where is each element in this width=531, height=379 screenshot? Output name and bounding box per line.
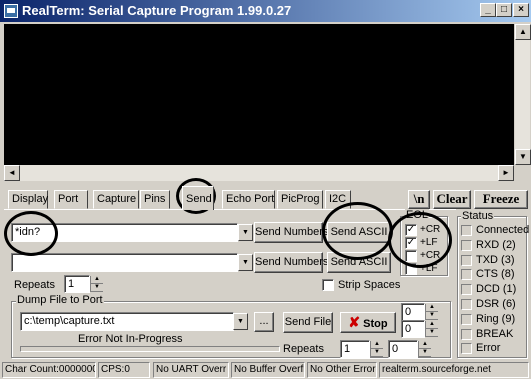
status-indicator-6 — [461, 313, 472, 325]
status-item-label-1: RXD (2) — [476, 238, 516, 251]
stop-x-icon: ✘ — [348, 314, 361, 330]
minimize-button[interactable]: _ — [480, 3, 496, 17]
buffer-status: No Buffer Overfl — [231, 362, 305, 378]
char-count: Char Count:0000000 — [2, 362, 96, 378]
horizontal-scrollbar[interactable]: ◄ ► — [4, 165, 514, 181]
delay-spinner-1-icon[interactable]: ▲ ▼ — [425, 304, 438, 320]
eol-checkbox-3[interactable] — [405, 263, 417, 275]
eol-label-0: +CR — [420, 224, 441, 235]
delay-spinner-2-icon[interactable]: ▲ ▼ — [425, 321, 438, 337]
tab-send[interactable]: Send — [182, 186, 214, 210]
scroll-left-icon[interactable]: ◄ — [4, 165, 20, 181]
status-indicator-4 — [461, 284, 472, 296]
terminal-display[interactable] — [4, 24, 514, 165]
other-errors: No Other Errors — [307, 362, 377, 378]
close-button[interactable]: × — [513, 3, 529, 17]
website-link[interactable]: realterm.sourceforge.net — [379, 362, 529, 378]
status-item-label-3: CTS (8) — [476, 268, 515, 281]
delay-input-2[interactable]: 0 — [401, 320, 425, 338]
window-title: RealTerm: Serial Capture Program 1.99.0.… — [22, 3, 292, 18]
stop-label: Stop — [363, 318, 388, 330]
send-ascii-label-1: Send ASCII — [330, 226, 388, 238]
repeats-input[interactable]: 1 — [64, 275, 90, 293]
tab-capture[interactable]: Capture — [93, 190, 139, 209]
eol-label-1: +LF — [420, 237, 438, 248]
tab-port[interactable]: Port — [54, 190, 88, 209]
scroll-down-icon[interactable]: ▼ — [515, 149, 531, 165]
send-ascii-label-2: Send ASCII — [330, 256, 388, 268]
status-indicator-1 — [461, 239, 472, 251]
status-indicator-0 — [461, 225, 472, 236]
eol-checkbox-0[interactable]: ✓ — [405, 224, 417, 236]
eol-label-2: +CR — [420, 250, 441, 261]
strip-spaces-checkbox[interactable] — [322, 279, 334, 291]
strip-spaces-label: Strip Spaces — [338, 279, 401, 291]
status-indicator-3 — [461, 269, 472, 281]
send-input-2[interactable] — [11, 253, 238, 272]
uart-status: No UART Overr — [153, 362, 229, 378]
browse-button[interactable]: ... — [254, 312, 274, 332]
send-dropdown-1-icon[interactable]: ▼ — [238, 224, 253, 241]
scroll-up-icon[interactable]: ▲ — [515, 24, 531, 40]
send-ascii-button-1[interactable]: Send ASCII — [327, 222, 391, 243]
repeats-label: Repeats — [14, 279, 55, 291]
tab-divider — [4, 209, 456, 210]
cps: CPS:0 — [98, 362, 150, 378]
status-label: Status — [461, 210, 495, 222]
clear-button[interactable]: Clear — [433, 190, 471, 209]
eol-checkbox-2[interactable] — [405, 250, 417, 262]
status-item-label-5: DSR (6) — [476, 298, 516, 310]
title-bar[interactable]: RealTerm: Serial Capture Program 1.99.0.… — [0, 0, 531, 22]
dump-repeats-label: Repeats — [283, 343, 324, 355]
tab-pins[interactable]: Pins — [140, 190, 170, 209]
eol-label-3: +LF — [420, 263, 438, 274]
send-numbers-label-2: Send Numbers — [255, 256, 329, 268]
dump-progress-bar — [20, 346, 280, 352]
send-numbers-button-2[interactable]: Send Numbers — [254, 252, 328, 273]
dump-repeats-spinner-icon[interactable]: ▲ ▼ — [370, 341, 383, 357]
send-ascii-button-2[interactable]: Send ASCII — [327, 252, 391, 273]
status-indicator-2 — [461, 254, 472, 266]
eol-checkbox-1[interactable]: ✓ — [405, 237, 417, 249]
dump-repeats-input[interactable]: 1 — [340, 340, 370, 358]
delay-input-1[interactable]: 0 — [401, 303, 425, 321]
newline-button[interactable]: \n — [408, 190, 430, 209]
status-item-label-6: Ring (9) — [476, 312, 516, 325]
tab-display[interactable]: Display — [8, 190, 48, 209]
status-indicator-5 — [461, 299, 472, 310]
freeze-button[interactable]: Freeze — [474, 190, 528, 209]
send-numbers-button-1[interactable]: Send Numbers — [254, 222, 328, 243]
dump-file-dropdown-icon[interactable]: ▼ — [233, 313, 248, 330]
status-item-label-0: Connected — [476, 224, 530, 236]
dump-file-path[interactable]: c:\temp\capture.txt — [20, 312, 234, 331]
stop-button[interactable]: ✘ Stop — [340, 312, 396, 333]
status-indicator-8 — [461, 343, 472, 355]
status-item-label-2: TXD (3) — [476, 253, 515, 266]
vertical-scrollbar[interactable]: ▲ ▼ — [514, 24, 531, 165]
app-icon — [4, 4, 18, 18]
status-item-label-8: Error — [476, 342, 501, 355]
dump-repeats-spinner-2-icon[interactable]: ▲ ▼ — [418, 341, 431, 357]
dump-status-text: Error Not In-Progress — [78, 333, 183, 345]
send-file-button[interactable]: Send File — [283, 312, 333, 333]
scroll-right-icon[interactable]: ► — [498, 165, 514, 181]
dump-file-label: Dump File to Port — [16, 294, 104, 306]
status-indicator-7 — [461, 328, 472, 340]
tab-picprog[interactable]: PicProg — [277, 190, 323, 209]
send-file-label: Send File — [284, 316, 332, 328]
repeats-spinner-icon[interactable]: ▲ ▼ — [90, 276, 103, 292]
maximize-button[interactable]: □ — [496, 3, 512, 17]
send-numbers-label-1: Send Numbers — [255, 226, 329, 238]
status-item-label-4: DCD (1) — [476, 283, 517, 296]
send-input-1[interactable]: *idn? — [11, 223, 238, 242]
dump-repeats-input-2[interactable]: 0 — [388, 340, 418, 358]
eol-label: EOL — [405, 209, 430, 221]
tab-i2c[interactable]: I2C — [325, 190, 351, 209]
tab-echo-port[interactable]: Echo Port — [222, 190, 275, 209]
status-item-label-7: BREAK — [476, 327, 514, 340]
send-dropdown-2-icon[interactable]: ▼ — [238, 254, 253, 271]
